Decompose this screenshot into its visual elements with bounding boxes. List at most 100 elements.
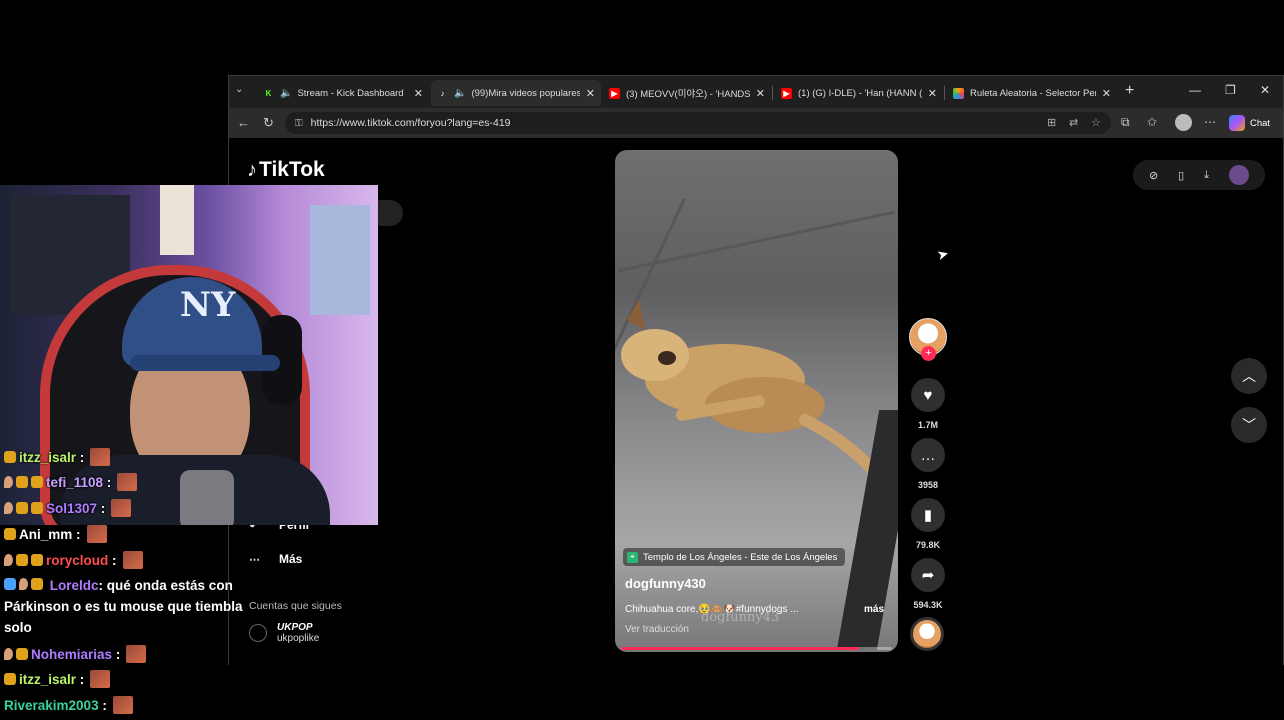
new-tab-plus-icon[interactable]: +: [1125, 82, 1134, 100]
wheel-icon: [953, 87, 964, 99]
chat-message: Ani_mm :: [4, 525, 107, 543]
speaker-icon: 🔈: [280, 87, 293, 99]
subscriber-badge-icon: [31, 578, 43, 590]
chat-label: Chat: [1250, 117, 1271, 129]
favorite-star-icon[interactable]: ☆: [1091, 116, 1101, 129]
tiktok-icon: ♪: [440, 88, 445, 98]
blanket-fold: [617, 210, 896, 273]
sidebar-icon[interactable]: ⧉: [1121, 115, 1130, 130]
verified-badge-icon: [4, 578, 16, 590]
caption-more-link[interactable]: más: [864, 604, 884, 615]
pin-badge-icon: [4, 502, 13, 514]
close-icon[interactable]: ✕: [756, 87, 765, 100]
tab-kick-dashboard[interactable]: K 🔈 Stream - Kick Dashboard ✕: [257, 80, 429, 106]
tab-ruleta[interactable]: Ruleta Aleatoria - Selector Pers ✕: [947, 80, 1117, 106]
subscriber-badge-icon: [16, 648, 28, 660]
compass-icon[interactable]: ⊘: [1149, 169, 1158, 182]
close-icon[interactable]: ✕: [586, 87, 595, 100]
translate-link[interactable]: Ver traducción: [625, 624, 689, 635]
window-close-icon[interactable]: ✕: [1260, 83, 1270, 97]
chat-username: itzz_isalr: [19, 671, 77, 687]
chat-overlay: itzz_isalr : tefi_1108 : Sol1307 : Ani_m…: [0, 444, 380, 720]
video-player[interactable]: ⌖ Templo de Los Ángeles - Este de Los Án…: [615, 150, 898, 652]
location-pin-icon: ⌖: [627, 551, 638, 563]
video-author[interactable]: dogfunny430: [625, 576, 706, 591]
minimize-icon[interactable]: —: [1189, 83, 1201, 97]
comment-icon[interactable]: …: [911, 438, 945, 472]
save-count: 79.8K: [915, 540, 941, 550]
address-bar[interactable]: ⚿ https://www.tiktok.com/foryou?lang=es-…: [285, 112, 1111, 134]
emote-icon: [90, 448, 111, 466]
comment-action[interactable]: … 3958: [909, 438, 947, 490]
share-arrow-icon[interactable]: ➦: [911, 558, 945, 592]
pin-badge-icon: [4, 554, 13, 566]
previous-video-button[interactable]: ︿: [1231, 358, 1267, 394]
close-icon[interactable]: ✕: [928, 87, 937, 100]
poster: [160, 185, 194, 255]
tiktok-page: ♪ TikTok ● Perfil ⋯ Más Cuentas que sigu…: [229, 138, 1283, 666]
site-info-icon[interactable]: ⚿: [295, 118, 303, 129]
chat-message: rorycloud :: [4, 551, 143, 569]
dog-image: [621, 300, 879, 476]
subscriber-badge-icon: [4, 673, 16, 685]
chat-username: Ani_mm: [19, 526, 73, 542]
follow-plus-icon[interactable]: +: [921, 346, 936, 361]
close-icon[interactable]: ✕: [1102, 87, 1111, 100]
ny-logo: NY: [180, 285, 236, 325]
subscriber-badge-icon: [31, 554, 43, 566]
poster: [310, 205, 370, 315]
bookmark-icon[interactable]: ▮: [911, 498, 945, 532]
close-icon[interactable]: ✕: [414, 87, 423, 100]
chat-username: tefi_1108: [46, 474, 104, 490]
tab-bar: ⌄ K 🔈 Stream - Kick Dashboard ✕ ♪ 🔈 (99)…: [229, 76, 1283, 108]
tab-tiktok[interactable]: ♪ 🔈 (99)Mira videos populares ✕: [431, 80, 601, 106]
comment-count: 3958: [917, 480, 939, 490]
share-action[interactable]: ➦ 594.3K: [909, 558, 947, 610]
location-text: Templo de Los Ángeles - Este de Los Ánge…: [643, 551, 838, 563]
heart-icon[interactable]: ♥: [911, 378, 945, 412]
stream-screen: ⌄ K 🔈 Stream - Kick Dashboard ✕ ♪ 🔈 (99)…: [0, 0, 1284, 720]
copilot-chat-button[interactable]: Chat: [1229, 113, 1270, 133]
download-icon[interactable]: ⤓: [1204, 169, 1209, 182]
emote-icon: [122, 551, 143, 569]
restore-icon[interactable]: ❐: [1225, 83, 1236, 97]
location-tag[interactable]: ⌖ Templo de Los Ángeles - Este de Los Án…: [623, 548, 846, 566]
like-action[interactable]: ♥ 1.7M: [909, 378, 947, 430]
pin-badge-icon: [4, 648, 13, 660]
mouse-cursor-icon: ➤: [934, 244, 951, 264]
user-avatar[interactable]: [1228, 165, 1249, 185]
tab-list-chevron-icon[interactable]: ⌄: [235, 84, 243, 95]
reload-icon[interactable]: ↻: [263, 115, 274, 131]
chat-message: itzz_isalr :: [4, 448, 111, 466]
youtube-icon: ▶: [609, 87, 620, 99]
tab-youtube-meovv[interactable]: ▶ (3) MEOVV(미야오) - 'HANDS U ✕: [603, 80, 771, 106]
tab-title: (3) MEOVV(미야오) - 'HANDS U: [626, 89, 750, 100]
phone-icon[interactable]: ▯: [1178, 169, 1184, 182]
emote-icon: [126, 645, 147, 663]
tab-youtube-idle[interactable]: ▶ (1) (G) I-DLE) - 'Han (HANN (A ✕: [775, 80, 943, 106]
address-toolbar: ← ↻ ⚿ https://www.tiktok.com/foryou?lang…: [229, 108, 1283, 138]
profile-avatar[interactable]: [1175, 114, 1192, 131]
chat-username: Loreldc: [49, 578, 99, 593]
chat-username: Nohemiarias: [31, 646, 113, 662]
sound-disc-avatar[interactable]: [910, 617, 944, 651]
chat-username: Riverakim2003: [4, 697, 99, 713]
emote-icon: [111, 499, 132, 517]
chat-message: Loreldc: qué onda estás con Párkinson o …: [4, 578, 243, 635]
apps-icon[interactable]: ⊞: [1047, 116, 1056, 129]
more-menu-icon[interactable]: ⋯: [1204, 115, 1216, 129]
translate-icon[interactable]: ⇄: [1069, 116, 1078, 129]
like-count: 1.7M: [917, 420, 938, 430]
kick-icon: K: [265, 88, 272, 98]
video-progress-bar[interactable]: [621, 647, 892, 650]
pin-badge-icon: [4, 476, 13, 488]
url-text: https://www.tiktok.com/foryou?lang=es-41…: [310, 117, 511, 129]
chevron-down-icon: ﹀: [1242, 417, 1256, 433]
next-video-button[interactable]: ﹀: [1231, 407, 1267, 443]
back-arrow-icon[interactable]: ←: [237, 115, 250, 130]
subscriber-badge-icon: [31, 502, 43, 514]
tiktok-note-icon: ♪: [247, 158, 257, 181]
save-action[interactable]: ▮ 79.8K: [909, 498, 947, 550]
favorites-icon[interactable]: ✩: [1147, 115, 1157, 129]
tiktok-logo[interactable]: ♪ TikTok: [247, 158, 325, 182]
